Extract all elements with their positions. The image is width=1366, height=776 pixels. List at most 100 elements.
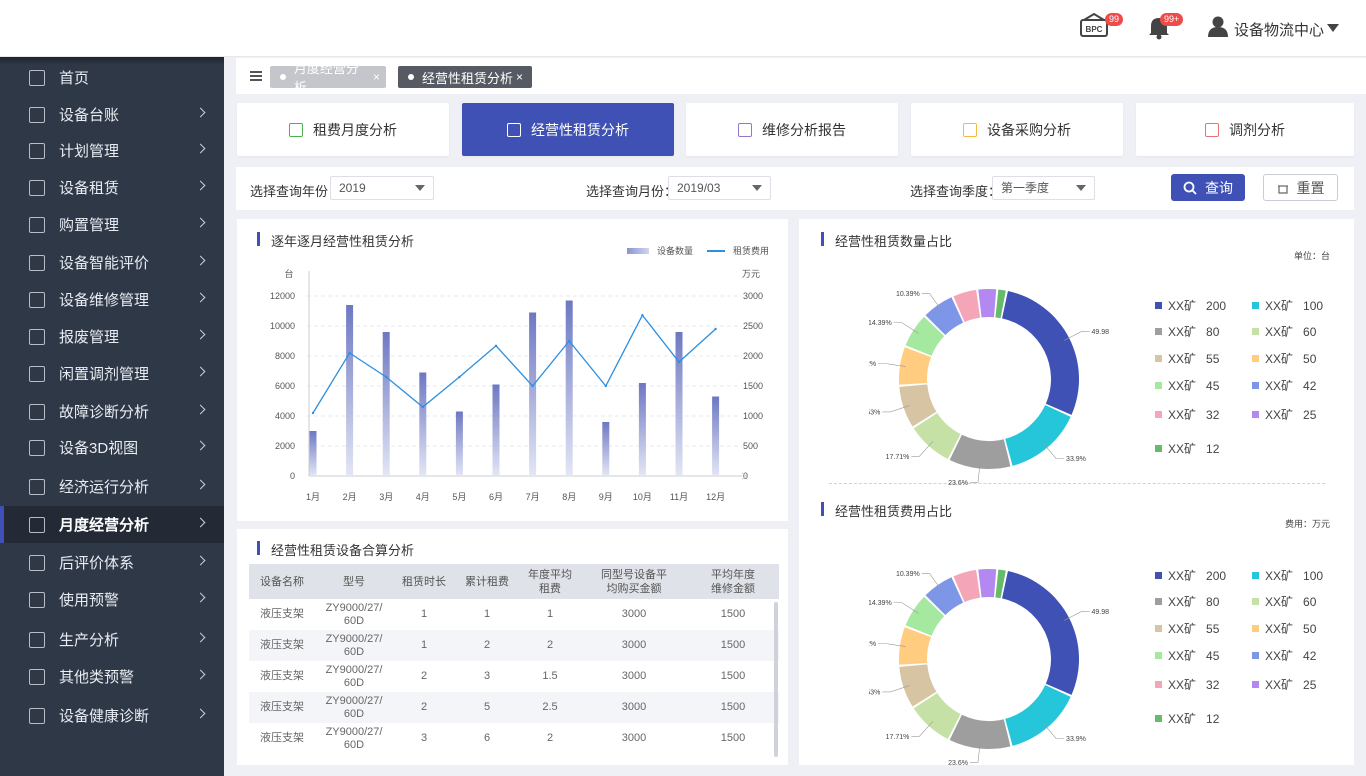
tab-monthly-analysis[interactable]: 月度经营分析 × xyxy=(270,61,386,95)
close-icon[interactable]: × xyxy=(373,70,380,84)
line-point[interactable] xyxy=(348,351,351,355)
line-point[interactable] xyxy=(714,327,717,331)
legend-item[interactable]: XX矿 45 xyxy=(1155,647,1219,664)
bar[interactable] xyxy=(309,431,317,476)
bar[interactable] xyxy=(712,396,720,477)
bar[interactable] xyxy=(419,372,427,477)
bar[interactable] xyxy=(455,411,463,477)
table-row[interactable]: 液压支架 ZY9000/27/60D 1 2 2 3000 1500 xyxy=(249,630,779,661)
legend-name: XX矿 xyxy=(1265,622,1294,636)
table-row[interactable]: 液压支架 ZY9000/27/60D 2 3 1.5 3000 1500 xyxy=(249,661,779,692)
module-repair-report[interactable]: 维修分析报告 xyxy=(686,103,898,156)
legend-name: XX矿 xyxy=(1168,649,1197,663)
sidebar-item[interactable]: 生产分析 xyxy=(0,621,224,658)
line-point[interactable] xyxy=(458,375,461,379)
user-icon[interactable] xyxy=(1207,15,1229,37)
module-purchase-analysis[interactable]: 设备采购分析 xyxy=(911,103,1123,156)
bar[interactable] xyxy=(346,305,354,476)
line-point[interactable] xyxy=(494,344,498,347)
module-rent-monthly[interactable]: 租费月度分析 xyxy=(237,103,449,156)
sidebar-item[interactable]: 使用预警 xyxy=(0,581,224,618)
pie-slice[interactable] xyxy=(1005,685,1071,746)
header-line: 型号 xyxy=(343,575,365,588)
user-name[interactable]: 设备物流中心 xyxy=(1234,19,1324,40)
sidebar-item[interactable]: 故障诊断分析 xyxy=(0,393,224,430)
bar[interactable] xyxy=(529,312,537,477)
legend-item[interactable]: XX矿 42 xyxy=(1252,377,1316,394)
line-point[interactable] xyxy=(311,411,315,415)
year-select[interactable]: 2019 xyxy=(330,176,434,200)
line-point[interactable] xyxy=(604,384,607,388)
sidebar-item[interactable]: 设备维修管理 xyxy=(0,281,224,318)
sidebar-item[interactable]: 设备租赁 xyxy=(0,169,224,206)
bar[interactable] xyxy=(675,332,683,476)
legend-item[interactable]: XX矿 25 xyxy=(1252,676,1316,693)
table-row[interactable]: 液压支架 ZY9000/27/60D 1 1 1 3000 1500 xyxy=(249,599,779,630)
sidebar-item[interactable]: 设备3D视图 xyxy=(0,429,224,466)
module-operating-lease[interactable]: 经营性租赁分析 xyxy=(462,103,674,156)
bar[interactable] xyxy=(638,383,646,476)
legend-item[interactable]: XX矿 200 xyxy=(1155,297,1226,314)
legend-item[interactable]: XX矿 80 xyxy=(1155,323,1219,340)
legend-item[interactable]: XX矿 42 xyxy=(1252,647,1316,664)
chevron-down-icon[interactable] xyxy=(1327,24,1339,32)
month-select[interactable]: 2019/03 xyxy=(668,176,771,200)
line-point[interactable] xyxy=(531,384,534,388)
line-point[interactable] xyxy=(385,375,388,379)
bar[interactable] xyxy=(602,422,610,476)
sidebar-item[interactable]: 经济运行分析 xyxy=(0,468,224,505)
pie-slice[interactable] xyxy=(1002,571,1079,695)
legend-item[interactable]: XX矿 100 xyxy=(1252,297,1323,314)
line-point[interactable] xyxy=(677,360,681,364)
bar[interactable] xyxy=(492,384,500,477)
query-button[interactable]: 查询 xyxy=(1171,174,1245,201)
line-point[interactable] xyxy=(568,339,571,343)
legend-item[interactable]: XX矿 12 xyxy=(1155,710,1219,727)
sidebar-item[interactable]: 月度经营分析 xyxy=(0,506,224,543)
line-point[interactable] xyxy=(641,314,644,317)
legend-item[interactable]: XX矿 32 xyxy=(1155,676,1219,693)
sidebar-item[interactable]: 后评价体系 xyxy=(0,544,224,581)
bar[interactable] xyxy=(382,332,390,476)
reset-button[interactable]: 重置 xyxy=(1263,174,1338,201)
legend-item[interactable]: XX矿 200 xyxy=(1155,567,1226,584)
sidebar-item[interactable]: 其他类预警 xyxy=(0,658,224,695)
sidebar-item[interactable]: 设备智能评价 xyxy=(0,244,224,281)
legend-item[interactable]: XX矿 32 xyxy=(1155,406,1219,423)
legend-item[interactable]: XX矿 25 xyxy=(1252,406,1316,423)
pie-slice[interactable] xyxy=(978,289,997,318)
bell-badge: 99+ xyxy=(1160,13,1184,26)
sidebar-item[interactable]: 报废管理 xyxy=(0,318,224,355)
legend-item[interactable]: XX矿 50 xyxy=(1252,620,1316,637)
close-icon[interactable]: × xyxy=(516,70,523,84)
legend-item[interactable]: XX矿 80 xyxy=(1155,593,1219,610)
table-scrollbar[interactable] xyxy=(774,602,778,757)
table-row[interactable]: 液压支架 ZY9000/27/60D 2 5 2.5 3000 1500 xyxy=(249,692,779,723)
legend-item[interactable]: XX矿 50 xyxy=(1252,350,1316,367)
sidebar-item[interactable]: 设备台账 xyxy=(0,96,224,133)
legend-item[interactable]: XX矿 55 xyxy=(1155,620,1219,637)
legend-item[interactable]: XX矿 60 xyxy=(1252,593,1316,610)
legend-value: 45 xyxy=(1206,648,1220,663)
bar[interactable] xyxy=(565,300,573,477)
slice-label: 14.39% xyxy=(869,320,892,327)
tab-operating-lease[interactable]: 经营性租赁分析 × xyxy=(398,66,532,88)
legend-item[interactable]: XX矿 45 xyxy=(1155,377,1219,394)
sidebar-item[interactable]: 设备健康诊断 xyxy=(0,697,224,734)
sidebar-item[interactable]: 计划管理 xyxy=(0,132,224,169)
pie-slice[interactable] xyxy=(1005,405,1071,466)
sidebar-item[interactable]: 首页 xyxy=(0,59,224,96)
quarter-select[interactable]: 第一季度 xyxy=(992,176,1095,200)
line-point[interactable] xyxy=(421,405,424,409)
legend-item[interactable]: XX矿 55 xyxy=(1155,350,1219,367)
menu-icon[interactable] xyxy=(250,71,262,81)
pie-slice[interactable] xyxy=(978,569,997,598)
sidebar-item[interactable]: 闲置调剂管理 xyxy=(0,355,224,392)
table-row[interactable]: 液压支架 ZY9000/27/60D 3 6 2 3000 1500 xyxy=(249,723,779,754)
module-transfer-analysis[interactable]: 调剂分析 xyxy=(1136,103,1354,156)
legend-item[interactable]: XX矿 100 xyxy=(1252,567,1323,584)
legend-item[interactable]: XX矿 12 xyxy=(1155,440,1219,457)
legend-item[interactable]: XX矿 60 xyxy=(1252,323,1316,340)
pie-slice[interactable] xyxy=(1002,291,1079,415)
sidebar-item[interactable]: 购置管理 xyxy=(0,206,224,243)
